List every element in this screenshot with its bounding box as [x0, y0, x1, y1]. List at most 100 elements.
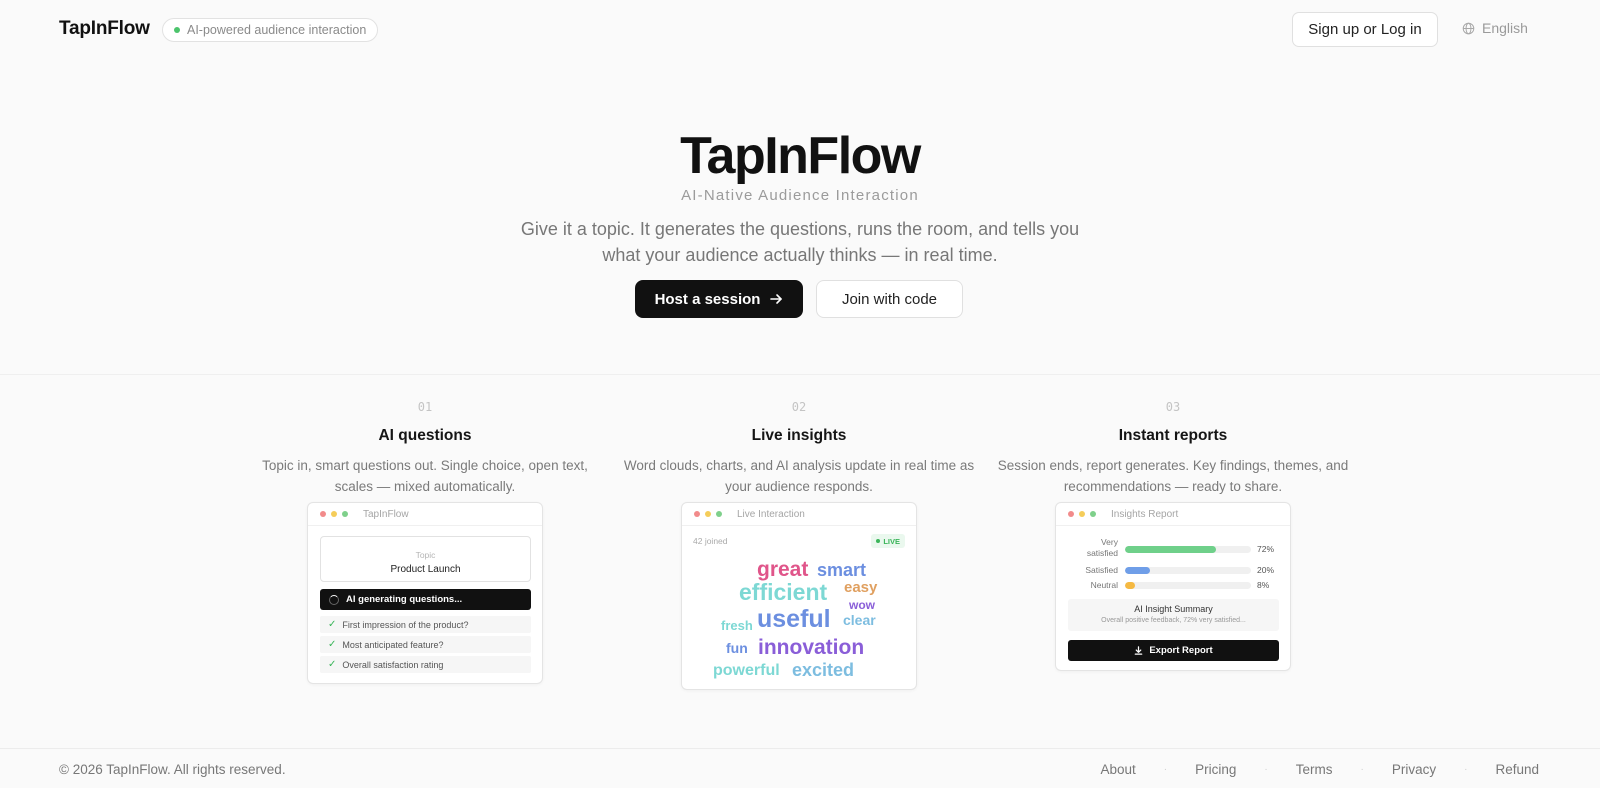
- footer-link-refund[interactable]: Refund: [1495, 762, 1539, 777]
- feature-number: 02: [791, 400, 807, 414]
- word-cloud-word: innovation: [758, 636, 865, 659]
- question-text: Overall satisfaction rating: [342, 659, 444, 670]
- ai-badge: AI-powered audience interaction: [162, 18, 379, 42]
- feature-ai-questions: 01 AI questions Topic in, smart question…: [245, 400, 605, 497]
- joined-count: 42 joined: [693, 536, 728, 546]
- satisfaction-percent: 72%: [1257, 544, 1275, 554]
- topic-label: Topic: [415, 550, 436, 560]
- minimize-dot-icon: [331, 511, 337, 517]
- check-icon: ✓: [328, 659, 337, 670]
- section-divider: [0, 374, 1600, 375]
- check-icon: ✓: [328, 619, 337, 630]
- close-dot-icon: [694, 511, 700, 517]
- satisfaction-label: Neutral: [1090, 580, 1118, 590]
- generating-text: AI generating questions...: [346, 594, 463, 605]
- satisfaction-percent: 8%: [1257, 580, 1270, 590]
- word-cloud-word: efficient: [739, 579, 828, 605]
- insights-report-preview-card: Insights Report Very satisfied 72% Satis…: [1055, 502, 1291, 671]
- hero-description: Give it a topic. It generates the questi…: [520, 219, 1080, 265]
- export-label: Export Report: [1149, 645, 1213, 656]
- ai-questions-preview-card: TapInFlow Topic Product Launch AI genera…: [307, 502, 543, 684]
- summary-title: AI Insight Summary: [1134, 604, 1213, 614]
- window-title: Insights Report: [1111, 508, 1179, 520]
- footer-link-pricing[interactable]: Pricing: [1195, 762, 1236, 777]
- feature-description: Session ends, report generates. Key find…: [997, 458, 1349, 494]
- window-titlebar: TapInFlow: [308, 503, 542, 526]
- hero-title: TapInFlow: [680, 127, 921, 185]
- topic-field: Topic Product Launch: [320, 536, 531, 582]
- close-dot-icon: [320, 511, 326, 517]
- spinner-icon: [329, 594, 339, 605]
- live-label: LIVE: [883, 536, 900, 546]
- window-title: TapInFlow: [363, 508, 409, 520]
- generating-status: AI generating questions...: [320, 589, 531, 610]
- satisfaction-label: Satisfied: [1085, 565, 1118, 575]
- live-badge: LIVE: [871, 534, 905, 548]
- satisfaction-bar-track: [1125, 567, 1251, 574]
- satisfaction-bar-track: [1125, 546, 1251, 553]
- word-cloud-word: smart: [817, 560, 867, 580]
- close-dot-icon: [1068, 511, 1074, 517]
- feature-description: Word clouds, charts, and AI analysis upd…: [623, 458, 975, 494]
- logo[interactable]: TapInFlow: [59, 18, 150, 40]
- feature-number: 01: [417, 400, 433, 414]
- site-header: TapInFlow AI-powered audience interactio…: [0, 0, 1600, 60]
- feature-number: 03: [1165, 400, 1181, 414]
- live-interaction-preview-card: Live Interaction 42 joined LIVE great sm…: [681, 502, 917, 690]
- topic-value: Product Launch: [390, 564, 461, 575]
- download-icon: [1135, 646, 1143, 655]
- footer-separator: ·: [1264, 764, 1268, 775]
- feature-title: AI questions: [378, 427, 472, 444]
- status-dot: [174, 27, 180, 33]
- summary-text: Overall positive feedback, 72% very sati…: [1101, 617, 1246, 624]
- live-dot-icon: [876, 539, 881, 543]
- question-item: ✓ Overall satisfaction rating: [320, 656, 531, 673]
- satisfaction-bar-track: [1125, 582, 1251, 589]
- badge-text: AI-powered audience interaction: [187, 23, 367, 37]
- minimize-dot-icon: [1079, 511, 1085, 517]
- copyright: © 2026 TapInFlow. All rights reserved.: [59, 762, 286, 777]
- satisfaction-bar: [1125, 567, 1151, 574]
- word-cloud-word: fresh: [721, 618, 753, 633]
- word-cloud-word: powerful: [713, 662, 780, 679]
- word-cloud-word: great: [757, 558, 809, 581]
- join-with-code-button[interactable]: Join with code: [816, 280, 963, 318]
- question-text: First impression of the product?: [342, 619, 469, 630]
- host-session-button[interactable]: Host a session: [635, 280, 803, 318]
- feature-title: Instant reports: [1118, 427, 1228, 444]
- ai-insight-summary: AI Insight Summary Overall positive feed…: [1068, 599, 1279, 631]
- arrow-right-icon: [770, 294, 783, 304]
- maximize-dot-icon: [342, 511, 348, 517]
- maximize-dot-icon: [1090, 511, 1096, 517]
- window-titlebar: Live Interaction: [682, 503, 916, 526]
- minimize-dot-icon: [705, 511, 711, 517]
- word-cloud-word: excited: [792, 660, 855, 680]
- host-session-label: Host a session: [654, 290, 761, 308]
- word-cloud-word: fun: [726, 640, 748, 656]
- footer-link-terms[interactable]: Terms: [1296, 762, 1333, 777]
- footer-separator: ·: [1464, 764, 1468, 775]
- question-item: ✓ First impression of the product?: [320, 616, 531, 633]
- feature-live-insights: 02 Live insights Word clouds, charts, an…: [619, 400, 979, 497]
- footer-link-about[interactable]: About: [1101, 762, 1136, 777]
- footer-links: About · Pricing · Terms · Privacy · Refu…: [1101, 762, 1539, 777]
- maximize-dot-icon: [716, 511, 722, 517]
- language-label: English: [1482, 20, 1528, 36]
- feature-title: Live insights: [751, 427, 847, 444]
- footer-link-privacy[interactable]: Privacy: [1392, 762, 1436, 777]
- hero-subtitle: AI-Native Audience Interaction: [681, 187, 919, 204]
- satisfaction-bar: [1125, 582, 1136, 589]
- footer-divider: [0, 748, 1600, 749]
- signup-login-button[interactable]: Sign up or Log in: [1292, 12, 1438, 47]
- footer-separator: ·: [1360, 764, 1364, 775]
- word-cloud-word: clear: [843, 612, 876, 628]
- question-item: ✓ Most anticipated feature?: [320, 636, 531, 653]
- export-report-button[interactable]: Export Report: [1068, 640, 1279, 661]
- footer-separator: ·: [1163, 764, 1168, 775]
- window-title: Live Interaction: [737, 508, 805, 520]
- globe-icon: [1462, 22, 1475, 34]
- word-cloud-word: wow: [849, 598, 875, 612]
- satisfaction-bar: [1125, 546, 1216, 553]
- window-titlebar: Insights Report: [1056, 503, 1290, 526]
- language-selector[interactable]: English: [1462, 20, 1528, 36]
